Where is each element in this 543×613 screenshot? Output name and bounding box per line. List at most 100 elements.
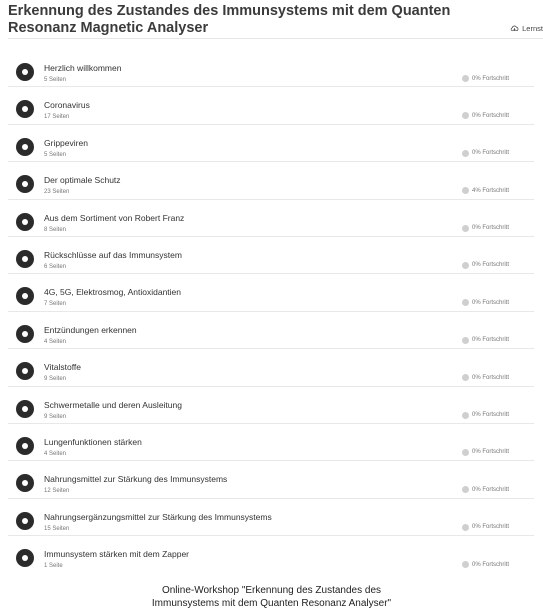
lesson-progress: 0% Fortschritt: [462, 486, 510, 494]
lernst-label: Lernst: [522, 24, 543, 33]
lesson-row[interactable]: Nahrungsergänzungsmittel zur Stärkung de…: [8, 499, 534, 537]
lesson-bullet-icon: [16, 549, 34, 568]
lesson-bullet-icon: [16, 399, 34, 418]
progress-circle-icon: [462, 336, 469, 344]
lesson-title: Herzlich willkommen: [44, 63, 122, 73]
lesson-title: Vitalstoffe: [44, 362, 82, 373]
lesson-row[interactable]: Immunsystem stärken mit dem Zapper 1 Seit…: [8, 536, 534, 573]
lesson-row[interactable]: Nahrungsmittel zur Stärkung des Immunsys…: [8, 461, 534, 499]
lesson-title: 4G, 5G, Elektrosmog, Antioxidantien: [44, 287, 182, 298]
caption: Online-Workshop "Erkennung des Zustandes…: [0, 584, 543, 610]
lesson-bullet-icon: [16, 175, 34, 194]
lesson-page-count: 1 Seite: [44, 563, 63, 570]
lesson-bullet-icon: [16, 362, 34, 381]
lesson-title: Aus dem Sortiment von Robert Franz: [44, 212, 185, 223]
lesson-row[interactable]: Herzlich willkommen 5 Seiten 0% Fortschrit…: [8, 50, 534, 88]
lesson-bullet-icon: [16, 324, 34, 343]
lesson-progress-label: 0% Fortschritt: [472, 112, 510, 119]
progress-circle-icon: [462, 411, 469, 419]
header-divider: [8, 38, 543, 39]
lesson-progress: 0% Fortschritt: [462, 336, 510, 344]
cloud-download-icon: [510, 25, 519, 32]
lesson-title: Nahrungsmittel zur Stärkung des Immunsys…: [44, 474, 228, 485]
lesson-title: Nahrungsergänzungsmittel zur Stärkung de…: [44, 511, 272, 522]
lesson-list: Herzlich willkommen 5 Seiten 0% Fortschrit…: [8, 50, 534, 573]
lesson-progress: 4% Fortschritt: [462, 187, 510, 195]
lesson-bullet-icon: [16, 212, 34, 231]
lesson-page-count: 7 Seiten: [44, 301, 67, 308]
lesson-progress-label: 0% Fortschritt: [472, 299, 510, 306]
lesson-row[interactable]: Grippeviren 5 Seiten 0% Fortschritt: [8, 125, 534, 163]
lesson-progress: 0% Fortschritt: [462, 224, 510, 232]
lesson-progress-label: 0% Fortschritt: [472, 337, 510, 344]
lesson-row[interactable]: Entzündungen erkennen 4 Seiten 0% Fortschr…: [8, 312, 534, 350]
lesson-progress: 0% Fortschritt: [462, 448, 509, 456]
progress-circle-icon: [462, 112, 469, 120]
lesson-bullet-icon: [16, 474, 34, 493]
lesson-page-count: 9 Seiten: [44, 413, 67, 420]
lesson-page-count: 23 Seiten: [44, 189, 70, 196]
progress-circle-icon: [462, 187, 469, 195]
lesson-title: Rückschlüsse auf das Immunsystem: [44, 249, 182, 260]
lesson-title: Der optimale Schutz: [44, 175, 121, 186]
lesson-row[interactable]: Der optimale Schutz 23 Seiten 4% Fortschri…: [8, 162, 534, 200]
progress-circle-icon: [462, 523, 469, 531]
lernst-button[interactable]: Lernst: [510, 24, 543, 33]
lesson-title: Coronavirus: [44, 100, 90, 111]
lesson-title: Immunsystem stärken mit dem Zapper: [44, 549, 190, 560]
lesson-bullet-icon: [16, 63, 34, 81]
lesson-progress-label: 0% Fortschritt: [472, 524, 510, 531]
lesson-title: Grippeviren: [44, 137, 88, 148]
caption-line-2: Immunsystems mit dem Quanten Resonanz An…: [151, 598, 392, 609]
progress-circle-icon: [462, 224, 469, 232]
lesson-progress: 0% Fortschritt: [462, 411, 509, 419]
header: Erkennung des Zustandes des Immunsystems…: [0, 0, 543, 39]
lesson-bullet-icon: [16, 137, 34, 156]
lesson-page-count: 5 Seiten: [44, 151, 67, 158]
lesson-page-count: 17 Seiten: [44, 114, 70, 121]
progress-circle-icon: [462, 299, 469, 307]
lesson-progress: 0% Fortschritt: [462, 75, 509, 82]
lesson-page-count: 5 Seiten: [44, 77, 67, 83]
lesson-bullet-icon: [16, 287, 34, 306]
lesson-progress-label: 0% Fortschritt: [472, 75, 510, 82]
lesson-row[interactable]: Lungenfunktionen stärken 4 Seiten 0% Forts…: [8, 424, 534, 462]
lesson-page-count: 15 Seiten: [44, 525, 70, 532]
lesson-row[interactable]: Aus dem Sortiment von Robert Franz 8 Seit…: [8, 200, 534, 237]
progress-circle-icon: [462, 261, 469, 269]
lesson-row[interactable]: 4G, 5G, Elektrosmog, Antioxidantien 7 Sei…: [8, 274, 534, 312]
lesson-progress-label: 0% Fortschritt: [472, 561, 510, 568]
lesson-page-count: 12 Seiten: [44, 488, 70, 495]
caption-line-1: Online-Workshop "Erkennung des Zustandes…: [161, 585, 382, 596]
lesson-title: Lungenfunktionen stärken: [44, 436, 142, 447]
progress-circle-icon: [462, 448, 469, 456]
lesson-progress-label: 0% Fortschritt: [472, 150, 510, 157]
lesson-progress-label: 0% Fortschritt: [472, 486, 510, 493]
lesson-progress-label: 0% Fortschritt: [472, 374, 510, 381]
lesson-page-count: 4 Seiten: [44, 450, 67, 457]
lesson-page-count: 6 Seiten: [44, 263, 67, 270]
lesson-row[interactable]: Vitalstoffe 9 Seiten 0% Fortschritt: [8, 349, 534, 387]
lesson-progress: 0% Fortschritt: [462, 374, 510, 382]
lesson-page-count: 9 Seiten: [44, 376, 67, 383]
lesson-progress: 0% Fortschritt: [462, 561, 510, 569]
lesson-page-count: 4 Seiten: [44, 338, 67, 345]
lesson-progress: 0% Fortschritt: [462, 149, 510, 157]
lesson-page-count: 8 Seiten: [44, 226, 67, 233]
lesson-row[interactable]: Coronavirus 17 Seiten 0% Fortschritt: [8, 87, 534, 125]
progress-circle-icon: [462, 75, 469, 82]
progress-circle-icon: [462, 374, 469, 382]
lesson-row[interactable]: Rückschlüsse auf das Immunsystem 6 Seiten…: [8, 237, 534, 275]
lesson-progress: 0% Fortschritt: [462, 523, 510, 531]
lesson-bullet-icon: [16, 436, 34, 455]
progress-circle-icon: [462, 149, 469, 157]
lesson-bullet-icon: [16, 100, 34, 119]
lesson-progress: 0% Fortschritt: [462, 299, 510, 307]
lesson-bullet-icon: [16, 511, 34, 530]
lesson-title: Schwermetalle und deren Ausleitung: [44, 399, 182, 410]
lesson-row[interactable]: Schwermetalle und deren Ausleitung 9 Seit…: [8, 387, 534, 424]
progress-circle-icon: [462, 561, 469, 569]
progress-circle-icon: [462, 486, 469, 494]
lesson-progress-label: 4% Fortschritt: [472, 187, 510, 194]
lesson-progress-label: 0% Fortschritt: [472, 225, 510, 232]
